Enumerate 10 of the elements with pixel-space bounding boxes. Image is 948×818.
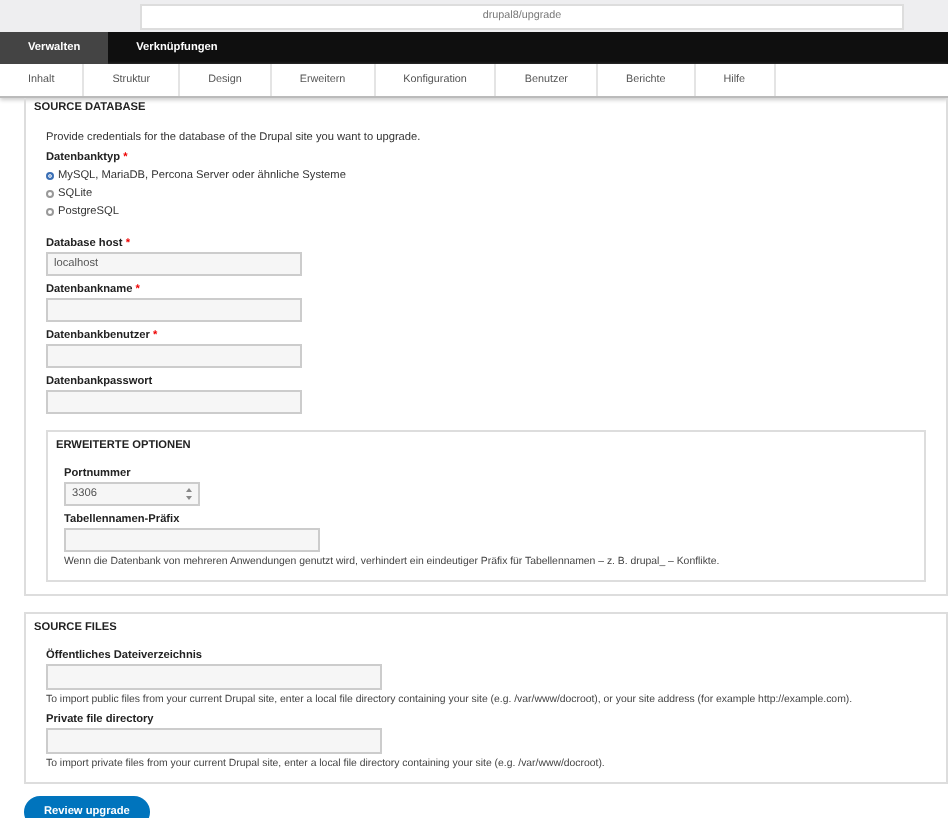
radio-button[interactable]	[46, 172, 54, 180]
input-field[interactable]	[46, 344, 302, 368]
radio-button[interactable]	[46, 208, 54, 216]
radio-button[interactable]	[46, 190, 54, 198]
input-field[interactable]	[46, 298, 302, 322]
input-field[interactable]	[46, 664, 382, 690]
input-field[interactable]	[46, 728, 382, 754]
spinner-icon[interactable]	[184, 486, 194, 502]
input-field[interactable]	[64, 528, 320, 552]
input-field[interactable]	[46, 390, 302, 414]
